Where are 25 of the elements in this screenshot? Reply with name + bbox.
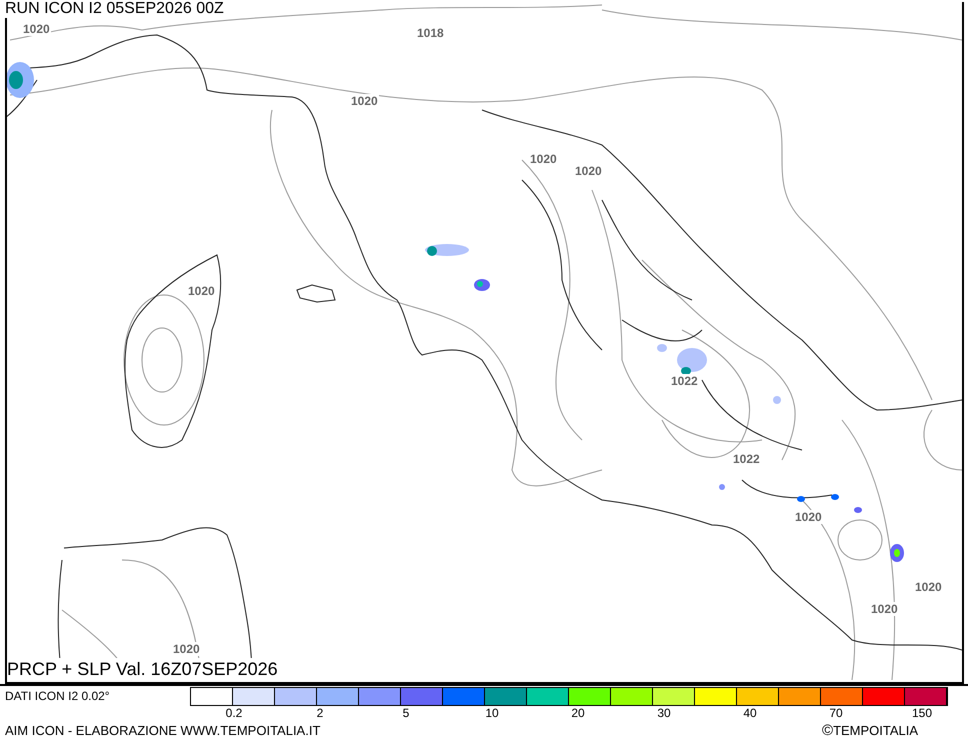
isobar-label: 1020 <box>529 152 558 166</box>
legend-tick-label: 150 <box>912 706 932 720</box>
copyright-symbol: © <box>822 722 834 740</box>
legend-tick-label: 10 <box>485 706 499 720</box>
legend-tick-label: 40 <box>743 706 757 720</box>
legend-tick-label: 2 <box>316 706 324 720</box>
isobar-label: 1020 <box>870 602 899 616</box>
legend-tick-label: 5 <box>402 706 410 720</box>
isobar-label: 1020 <box>350 94 379 108</box>
isobar-label: 1020 <box>22 22 51 36</box>
isobar-label: 1022 <box>670 374 699 388</box>
legend-tick-label: 20 <box>571 706 585 720</box>
legend-tick-label: 70 <box>829 706 843 720</box>
isobar-label: 1020 <box>914 580 943 594</box>
isobar-label: 1020 <box>574 164 603 178</box>
data-source-label: DATI ICON I2 0.02° <box>5 688 110 704</box>
isobar-label: 1020 <box>172 642 201 656</box>
legend-tick-label: 0.2 <box>226 706 242 720</box>
isobar-label: 1020 <box>187 284 216 298</box>
credit-text: AIM ICON - ELABORAZIONE WWW.TEMPOITALIA.IT <box>5 722 320 740</box>
isobar-label: 1022 <box>732 452 761 466</box>
isobar-label: 1020 <box>794 510 823 524</box>
isobar-label: 1018 <box>416 26 445 40</box>
copyright-text: TEMPOITALIA <box>833 722 918 740</box>
legend-tick-label: 30 <box>657 706 671 720</box>
